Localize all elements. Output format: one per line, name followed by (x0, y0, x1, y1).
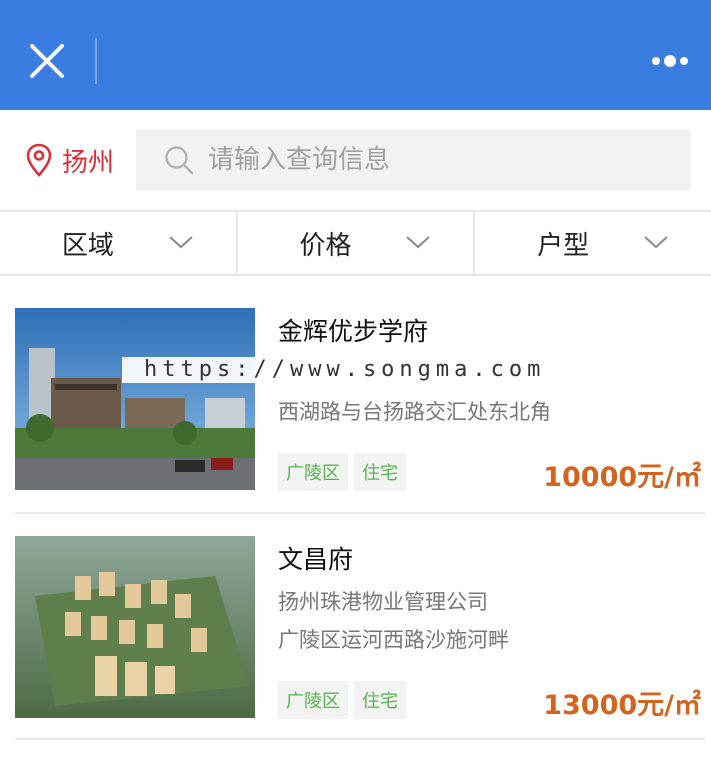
chevron-down-icon (644, 236, 668, 249)
close-icon (30, 44, 64, 78)
divider (15, 738, 705, 740)
listing-tags: 广陵区 住宅 (278, 453, 406, 491)
search-box[interactable] (136, 130, 691, 190)
filter-layout-label: 户型 (537, 230, 590, 261)
top-app-bar (0, 0, 711, 110)
filter-bar: 区域 价格 户型 (0, 210, 711, 276)
listing-title: 文昌府 (278, 545, 354, 574)
listing-address: 西湖路与台扬路交汇处东北角 (278, 400, 551, 424)
more-button[interactable] (644, 46, 700, 76)
search-icon (165, 146, 194, 175)
listing-price: 13000元/㎡ (543, 690, 701, 721)
listing-item[interactable]: 金辉优步学府 西湖路与台扬路交汇处东北角 广陵区 住宅 10000元/㎡ (0, 308, 711, 534)
listing-title: 金辉优步学府 (278, 317, 429, 346)
listing-image (15, 536, 255, 718)
listing-image (15, 308, 255, 490)
listing-address: 广陵区运河西路沙施河畔 (278, 628, 509, 652)
chevron-down-icon (168, 236, 193, 249)
tag-district: 广陵区 (278, 681, 348, 719)
listing-property-manager: 扬州珠港物业管理公司 (278, 590, 488, 614)
tag-district: 广陵区 (278, 453, 348, 491)
more-icon (652, 55, 688, 67)
search-input[interactable] (206, 144, 670, 176)
listing-item[interactable]: 文昌府 扬州珠港物业管理公司 广陵区运河西路沙施河畔 广陵区 住宅 13000元… (0, 536, 711, 762)
listing-price: 10000元/㎡ (543, 462, 701, 493)
topbar-divider (95, 38, 97, 84)
divider (15, 512, 705, 514)
filter-region[interactable]: 区域 (0, 212, 236, 274)
tag-type: 住宅 (354, 453, 406, 491)
chevron-down-icon (406, 236, 431, 249)
location-pin-icon (26, 143, 52, 177)
filter-region-label: 区域 (61, 230, 114, 261)
filter-layout[interactable]: 户型 (473, 212, 711, 274)
filter-price-label: 价格 (299, 230, 352, 261)
city-label: 扬州 (62, 147, 115, 178)
close-button[interactable] (22, 36, 74, 88)
city-selector[interactable]: 扬州 (26, 138, 114, 182)
listing-tags: 广陵区 住宅 (278, 681, 406, 719)
watermark: https://www.songma.com (122, 357, 614, 383)
tag-type: 住宅 (354, 681, 406, 719)
filter-price[interactable]: 价格 (235, 212, 474, 274)
